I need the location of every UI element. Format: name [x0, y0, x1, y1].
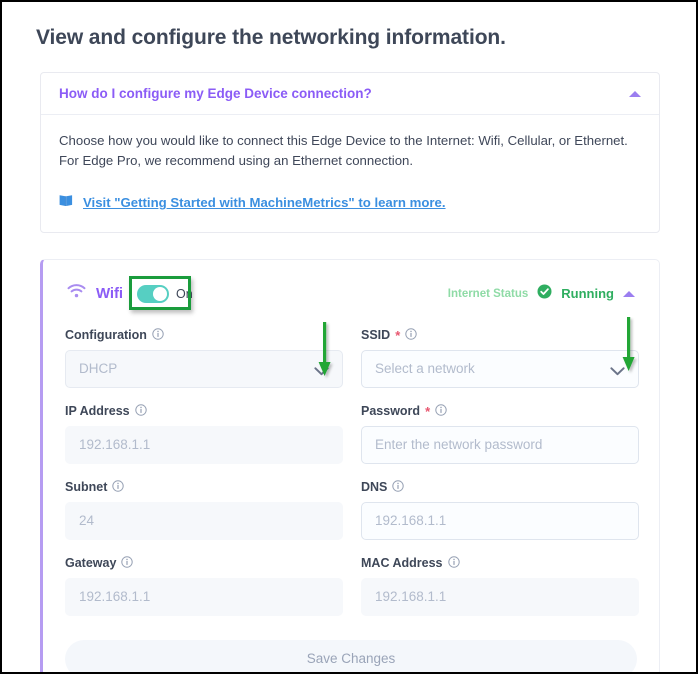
field-label-mac-address: MAC Address: [361, 556, 639, 571]
label-text: MAC Address: [361, 556, 443, 571]
wifi-icon: [67, 284, 86, 303]
field-password: Password * Enter the network password: [361, 404, 639, 464]
subnet-placeholder: 24: [79, 513, 95, 529]
chevron-up-icon[interactable]: [629, 90, 641, 97]
wifi-header-right: Internet Status Running: [448, 284, 637, 304]
wifi-configuration-card: Wifi On Internet Status Running Configur…: [40, 258, 660, 672]
field-subnet: Subnet 24: [65, 480, 343, 540]
label-text: SSID: [361, 328, 391, 343]
ip-address-placeholder: 192.168.1.1: [79, 437, 151, 453]
wifi-card-header: Wifi On Internet Status Running: [61, 275, 641, 310]
wifi-form-grid: Configuration DHCP SSID * Select a netwo…: [61, 328, 641, 632]
info-icon[interactable]: [134, 404, 147, 419]
wifi-toggle-group[interactable]: On: [128, 275, 200, 310]
password-input[interactable]: Enter the network password: [361, 425, 639, 464]
ssid-select[interactable]: Select a network: [361, 349, 639, 388]
info-icon[interactable]: [405, 328, 417, 343]
faq-link[interactable]: Visit "Getting Started with MachineMetri…: [83, 195, 446, 210]
field-label-gateway: Gateway: [65, 556, 343, 571]
label-text: Configuration: [65, 328, 147, 343]
ssid-placeholder: Select a network: [375, 361, 475, 377]
toggle-knob: [152, 286, 167, 301]
wifi-toggle[interactable]: [136, 284, 169, 303]
dns-placeholder: 192.168.1.1: [375, 513, 447, 529]
wifi-header-left: Wifi On: [67, 275, 200, 310]
field-ip-address: IP Address 192.168.1.1: [65, 404, 343, 464]
mac-address-placeholder: 192.168.1.1: [375, 589, 447, 605]
field-label-dns: DNS: [361, 480, 639, 495]
label-text: Gateway: [65, 556, 117, 571]
field-gateway: Gateway 192.168.1.1: [65, 556, 343, 616]
info-icon[interactable]: [447, 556, 460, 571]
field-configuration: Configuration DHCP: [65, 328, 343, 388]
info-icon[interactable]: [121, 556, 134, 571]
label-text: Password: [361, 404, 421, 419]
dns-input[interactable]: 192.168.1.1: [361, 501, 639, 540]
gateway-input[interactable]: 192.168.1.1: [65, 577, 343, 616]
faq-accordion-body: Choose how you would like to connect thi…: [41, 115, 659, 232]
faq-question: How do I configure my Edge Device connec…: [59, 86, 372, 101]
configuration-value: DHCP: [79, 361, 118, 377]
configuration-select[interactable]: DHCP: [65, 349, 343, 388]
gateway-placeholder: 192.168.1.1: [79, 589, 151, 605]
wifi-label: Wifi: [96, 285, 123, 303]
field-label-ip-address: IP Address: [65, 404, 343, 419]
label-text: DNS: [361, 480, 388, 495]
field-label-password: Password *: [361, 404, 639, 419]
chevron-down-icon[interactable]: [610, 364, 625, 376]
info-icon[interactable]: [435, 404, 447, 419]
save-changes-button[interactable]: Save Changes: [65, 639, 637, 672]
field-ssid: SSID * Select a network: [361, 328, 639, 388]
internet-status-value: Running: [561, 286, 614, 302]
required-asterisk: *: [395, 327, 401, 343]
app-window: View and configure the networking inform…: [0, 0, 698, 674]
info-icon[interactable]: [112, 480, 125, 495]
page-title: View and configure the networking inform…: [36, 26, 506, 49]
faq-link-row[interactable]: Visit "Getting Started with MachineMetri…: [59, 194, 639, 212]
faq-accordion-header[interactable]: How do I configure my Edge Device connec…: [41, 73, 659, 115]
ip-address-input[interactable]: 192.168.1.1: [65, 425, 343, 464]
field-dns: DNS 192.168.1.1: [361, 480, 639, 540]
wifi-toggle-state-label: On: [175, 286, 193, 301]
field-label-ssid: SSID *: [361, 328, 639, 343]
faq-accordion: How do I configure my Edge Device connec…: [40, 72, 660, 233]
field-mac-address: MAC Address 192.168.1.1: [361, 556, 639, 616]
required-asterisk: *: [425, 403, 431, 419]
label-text: IP Address: [65, 404, 130, 419]
field-label-configuration: Configuration: [65, 328, 343, 343]
label-text: Subnet: [65, 480, 108, 495]
chevron-down-icon[interactable]: [314, 364, 329, 376]
book-icon: [59, 194, 74, 212]
password-placeholder: Enter the network password: [375, 437, 543, 453]
subnet-input[interactable]: 24: [65, 501, 343, 540]
info-icon[interactable]: [152, 328, 164, 343]
wifi-collapse-chevron-up-icon[interactable]: [623, 290, 635, 297]
faq-description: Choose how you would like to connect thi…: [59, 133, 628, 169]
field-label-subnet: Subnet: [65, 480, 343, 495]
check-circle-icon: [537, 284, 552, 304]
mac-address-input[interactable]: 192.168.1.1: [361, 577, 639, 616]
internet-status-label: Internet Status: [447, 287, 529, 300]
info-icon[interactable]: [392, 480, 405, 495]
